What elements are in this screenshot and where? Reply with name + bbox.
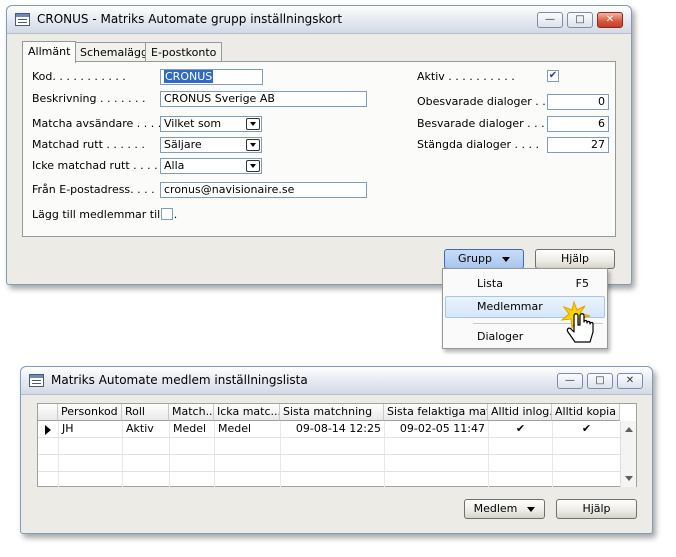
dropdown-arrow-icon[interactable] xyxy=(246,139,260,151)
menu-item-lista[interactable]: Lista F5 xyxy=(445,273,605,295)
tab-e-postkonto[interactable]: E-postkonto xyxy=(145,42,223,62)
close-button[interactable]: ✕ xyxy=(617,373,643,389)
column-header-alltid-inlogg[interactable]: Alltid inlog... xyxy=(488,404,552,421)
medlem-button-label: Medlem xyxy=(473,502,518,515)
close-button[interactable]: ✕ xyxy=(597,12,623,28)
cell-alltid-kopia-check[interactable]: ✔ xyxy=(553,421,620,437)
chevron-down-icon xyxy=(501,256,510,262)
tab-allmant[interactable]: Allmänt xyxy=(22,41,77,63)
title-bar[interactable]: Matriks Automate medlem inställningslist… xyxy=(21,367,652,395)
besvarade-dialoger-label: Besvarade dialoger . . . xyxy=(417,117,545,130)
icke-matchad-rutt-select[interactable]: Alla xyxy=(160,158,262,174)
icke-matchad-rutt-value: Alla xyxy=(164,159,185,172)
dropdown-arrow-icon[interactable] xyxy=(246,160,260,172)
medlem-button[interactable]: Medlem xyxy=(464,499,545,519)
column-header-roll[interactable]: Roll xyxy=(122,404,169,421)
matchad-rutt-label: Matchad rutt . . . . . . xyxy=(32,138,145,151)
window-form-icon xyxy=(29,374,44,387)
fran-e-postadress-label: Från E-postadress. . . . xyxy=(32,183,155,196)
matcha-avsandare-value: Vilket som xyxy=(164,117,222,130)
column-header-alltid-kopia[interactable]: Alltid kopia xyxy=(552,404,620,421)
dropdown-arrow-icon[interactable] xyxy=(246,118,260,130)
window-form-icon xyxy=(15,13,30,26)
hjalp-button[interactable]: Hjälp xyxy=(535,249,615,269)
tab-schemalagg[interactable]: Schemalägg xyxy=(74,42,154,62)
cell-icka-match[interactable]: Medel xyxy=(215,421,280,437)
lagg-till-medlemmar-checkbox[interactable] xyxy=(161,208,173,220)
cell-alltid-inlogg-check[interactable]: ✔ xyxy=(489,421,552,437)
kod-label: Kod. . . . . . . . . . . xyxy=(32,70,126,83)
scroll-down-icon[interactable] xyxy=(625,476,633,481)
stangda-dialoger-field[interactable]: 27 xyxy=(547,137,609,153)
grupp-button-label: Grupp xyxy=(458,252,492,265)
column-header-sista-matchning[interactable]: Sista matchning xyxy=(280,404,384,421)
aktiv-label: Aktiv . . . . . . . . . . xyxy=(417,70,515,83)
grid-line xyxy=(38,437,620,438)
chevron-down-icon xyxy=(527,506,536,512)
icke-matchad-rutt-label: Icke matchad rutt . . . . xyxy=(32,159,158,172)
scroll-up-icon[interactable] xyxy=(625,427,633,432)
hand-cursor-icon xyxy=(560,300,594,343)
vertical-scrollbar[interactable] xyxy=(620,421,636,487)
aktiv-checkbox[interactable]: ✔ xyxy=(547,70,559,82)
cell-sista-matchning[interactable]: 09-08-14 12:25 xyxy=(281,421,384,437)
obesvarade-dialoger-label: Obesvarade dialoger . . xyxy=(417,95,546,108)
column-header-sista-felaktiga[interactable]: Sista felaktiga mat... xyxy=(384,404,488,421)
members-table: Personkod Roll Match... Icka matc... Sis… xyxy=(37,403,637,488)
kod-value: CRONUS xyxy=(164,70,214,83)
hjalp-button-list[interactable]: Hjälp xyxy=(556,499,637,519)
window-title: CRONUS - Matriks Automate grupp inställn… xyxy=(37,12,343,26)
menu-item-label: Lista xyxy=(477,277,503,290)
grid-line xyxy=(38,454,620,455)
menu-item-shortcut: F5 xyxy=(575,277,589,290)
window-title: Matriks Automate medlem inställningslist… xyxy=(51,373,308,387)
cell-sista-felaktiga[interactable]: 09-02-05 11:47 xyxy=(385,421,488,437)
column-header-icka-match[interactable]: Icka matc... xyxy=(214,404,280,421)
grupp-button[interactable]: Grupp xyxy=(444,249,524,269)
row-selector-header xyxy=(38,404,58,421)
title-bar[interactable]: CRONUS - Matriks Automate grupp inställn… xyxy=(7,6,631,34)
matchad-rutt-select[interactable]: Säljare xyxy=(160,137,262,153)
menu-item-label: Medlemmar xyxy=(477,300,543,313)
cell-roll[interactable]: Aktiv xyxy=(123,421,169,437)
lagg-till-medlemmar-label: Lägg till medlemmar till ... xyxy=(32,208,178,221)
column-header-personkod[interactable]: Personkod xyxy=(58,404,122,421)
column-header-match[interactable]: Match... xyxy=(169,404,214,421)
beskrivning-label: Beskrivning . . . . . . . xyxy=(32,92,146,105)
besvarade-dialoger-field[interactable]: 6 xyxy=(547,116,609,132)
stangda-dialoger-label: Stängda dialoger . . . . xyxy=(417,138,540,151)
kod-field[interactable]: CRONUS xyxy=(160,69,263,85)
menu-item-label: Dialoger xyxy=(477,330,524,343)
cell-match[interactable]: Medel xyxy=(170,421,214,437)
current-row-arrow-icon[interactable] xyxy=(45,425,51,435)
beskrivning-field[interactable]: CRONUS Sverige AB xyxy=(160,91,367,107)
cell-personkod[interactable]: JH xyxy=(59,421,122,437)
minimize-button[interactable]: — xyxy=(557,373,583,389)
minimize-button[interactable]: — xyxy=(537,12,563,28)
maximize-button[interactable]: □ xyxy=(567,12,593,28)
maximize-button[interactable]: □ xyxy=(587,373,613,389)
matchad-rutt-value: Säljare xyxy=(164,138,202,151)
matcha-avsandare-select[interactable]: Vilket som xyxy=(160,116,262,132)
matcha-avsandare-label: Matcha avsändare . . . . xyxy=(32,117,162,130)
grid-line xyxy=(38,471,620,472)
obesvarade-dialoger-field[interactable]: 0 xyxy=(547,94,609,110)
fran-e-postadress-field[interactable]: cronus@navisionaire.se xyxy=(160,182,367,198)
